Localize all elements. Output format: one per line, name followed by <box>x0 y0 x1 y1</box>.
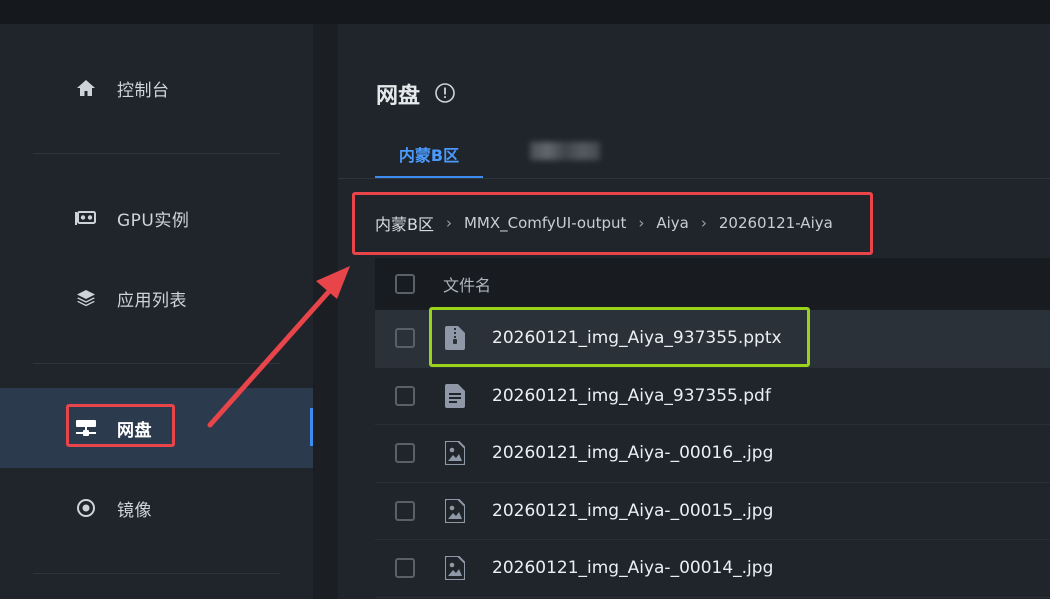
sidebar-item-gpu[interactable]: GPU实例 <box>0 178 313 258</box>
file-name[interactable]: 20260121_img_Aiya-_00016_.jpg <box>492 443 773 463</box>
table-row[interactable]: 20260121_img_Aiya-_00016_.jpg <box>375 425 1050 483</box>
tab-divider <box>338 178 1050 179</box>
sidebar-divider <box>33 573 280 574</box>
column-header-filename: 文件名 <box>443 276 492 295</box>
sidebar: 控制台 GPU实例 应用列表 网盘 镜像 <box>0 24 313 599</box>
row-checkbox[interactable] <box>395 443 415 464</box>
info-icon[interactable] <box>434 82 456 104</box>
sidebar-item-label: 应用列表 <box>117 290 187 311</box>
sidebar-item-label: 控制台 <box>117 80 170 101</box>
annotation-box-file <box>429 307 810 367</box>
file-name[interactable]: 20260121_img_Aiya_937355.pdf <box>492 386 771 406</box>
page-title: 网盘 <box>376 84 421 109</box>
tab-redacted[interactable] <box>530 142 600 160</box>
document-file-icon <box>442 383 468 409</box>
image-file-icon <box>442 555 468 581</box>
image-file-icon <box>442 498 468 524</box>
sidebar-item-images[interactable]: 镜像 <box>0 468 313 548</box>
row-checkbox[interactable] <box>395 385 415 406</box>
sidebar-divider <box>33 363 280 364</box>
table-header: 文件名 <box>375 258 1050 310</box>
radio-target-icon <box>74 496 98 520</box>
sidebar-divider <box>33 153 280 154</box>
row-checkbox[interactable] <box>395 500 415 521</box>
main-top-strip <box>338 24 1050 70</box>
annotation-box-netdisk <box>66 404 175 447</box>
tab-neimeng-b[interactable]: 内蒙B区 <box>375 136 483 178</box>
layers-icon <box>74 286 98 310</box>
top-bar <box>0 0 1050 24</box>
row-checkbox[interactable] <box>395 328 415 349</box>
home-icon <box>74 76 98 100</box>
sidebar-item-console[interactable]: 控制台 <box>0 48 313 128</box>
table-row[interactable]: 20260121_img_Aiya-_00014_.jpg <box>375 540 1050 598</box>
row-checkbox[interactable] <box>395 558 415 579</box>
file-name[interactable]: 20260121_img_Aiya-_00014_.jpg <box>492 558 773 578</box>
table-row[interactable]: 20260121_img_Aiya_937355.pdf <box>375 368 1050 425</box>
image-file-icon <box>442 440 468 466</box>
gutter <box>313 24 338 599</box>
sidebar-item-apps[interactable]: 应用列表 <box>0 258 313 338</box>
table-row[interactable]: 20260121_img_Aiya-_00015_.jpg <box>375 483 1050 540</box>
annotation-box-breadcrumb <box>352 192 873 255</box>
gpu-icon <box>74 206 98 230</box>
select-all-checkbox[interactable] <box>395 274 415 294</box>
sidebar-item-label: 镜像 <box>117 500 152 521</box>
sidebar-item-label: GPU实例 <box>117 210 190 231</box>
file-name[interactable]: 20260121_img_Aiya-_00015_.jpg <box>492 501 773 521</box>
